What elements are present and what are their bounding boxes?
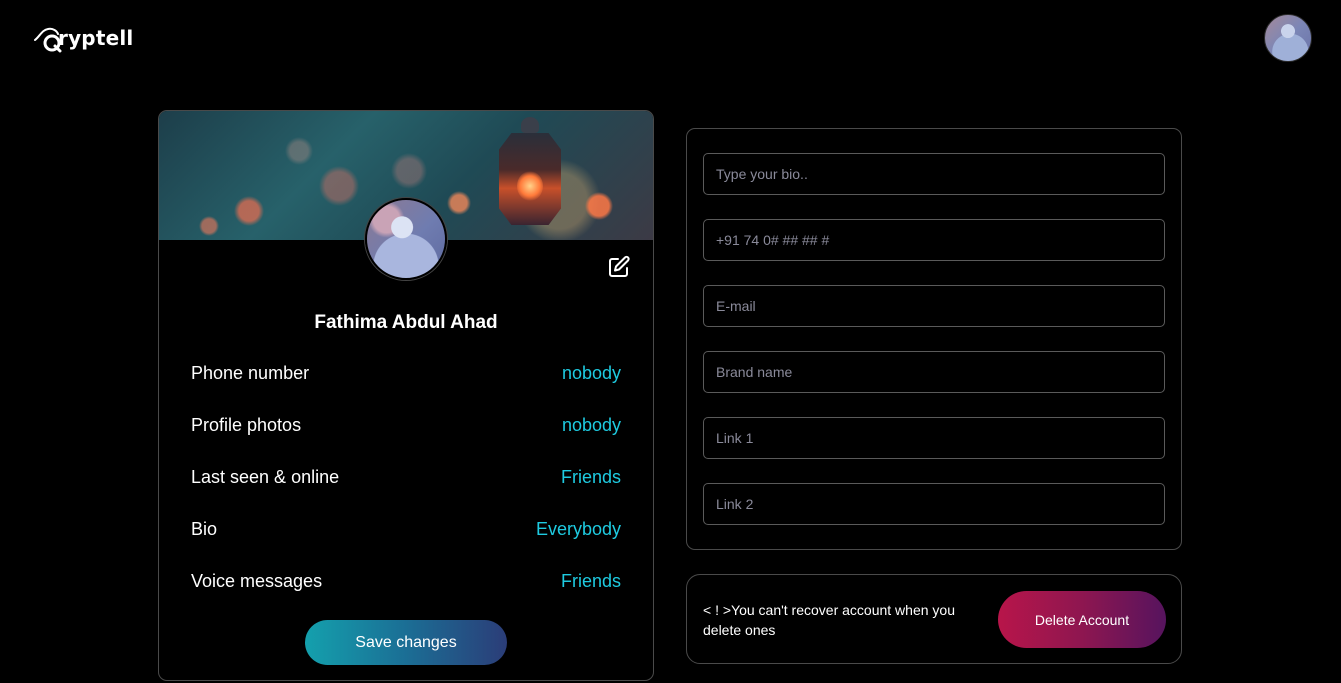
logo-text: ryptell <box>58 26 134 50</box>
privacy-value-bio[interactable]: Everybody <box>536 519 621 540</box>
bio-input[interactable] <box>703 153 1165 195</box>
delete-account-button[interactable]: Delete Account <box>998 591 1166 648</box>
delete-account-card: < ! >You can't recover account when you … <box>686 574 1182 664</box>
lantern-image <box>495 117 565 240</box>
logo-q-icon <box>34 26 62 53</box>
email-input[interactable] <box>703 285 1165 327</box>
privacy-value-phone[interactable]: nobody <box>562 363 621 384</box>
brand-name-input[interactable] <box>703 351 1165 393</box>
edit-pencil-icon[interactable] <box>607 255 631 279</box>
save-changes-button[interactable]: Save changes <box>305 620 507 665</box>
delete-warning-text: < ! >You can't recover account when you … <box>703 602 955 638</box>
profile-name: Fathima Abdul Ahad <box>314 312 498 333</box>
privacy-value-last-seen[interactable]: Friends <box>561 467 621 488</box>
privacy-label: Profile photos <box>191 415 302 435</box>
link2-input[interactable] <box>703 483 1165 525</box>
privacy-row-bio: Bio Everybody <box>191 519 621 540</box>
privacy-row-phone: Phone number nobody <box>191 363 621 384</box>
link1-input[interactable] <box>703 417 1165 459</box>
privacy-row-profile-photos: Profile photos nobody <box>191 415 621 436</box>
profile-form-card <box>686 128 1182 550</box>
privacy-row-voice-messages: Voice messages Friends <box>191 571 621 592</box>
privacy-value-profile-photos[interactable]: nobody <box>562 415 621 436</box>
profile-avatar[interactable] <box>365 198 447 280</box>
privacy-label: Phone number <box>191 363 310 383</box>
privacy-label: Bio <box>191 519 218 539</box>
privacy-row-last-seen: Last seen & online Friends <box>191 467 621 488</box>
profile-card: Fathima Abdul Ahad Phone number nobody P… <box>158 110 654 681</box>
privacy-label: Voice messages <box>191 571 323 591</box>
phone-input[interactable] <box>703 219 1165 261</box>
privacy-label: Last seen & online <box>191 467 340 487</box>
privacy-value-voice-messages[interactable]: Friends <box>561 571 621 592</box>
user-avatar[interactable] <box>1264 14 1312 62</box>
app-logo[interactable]: ryptell <box>34 26 134 53</box>
